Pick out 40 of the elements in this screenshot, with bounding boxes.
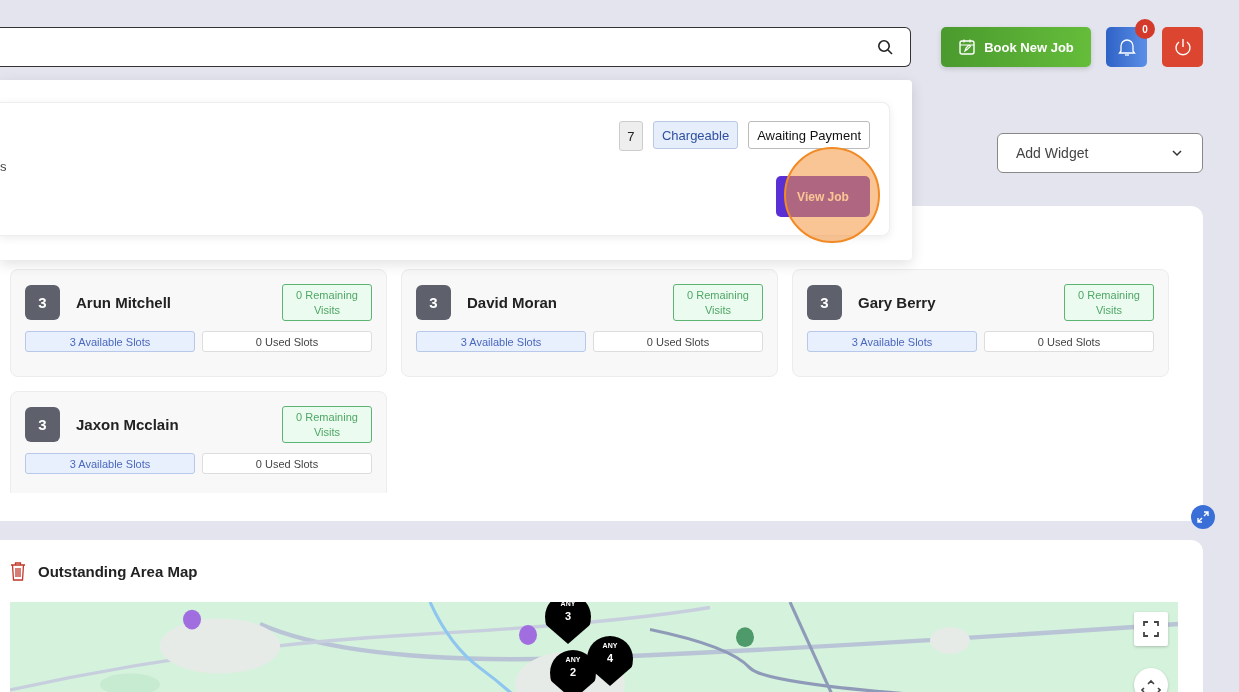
fullscreen-icon [1142, 620, 1160, 638]
remaining-visits-badge: 0 Remaining Visits [673, 284, 763, 321]
trash-icon[interactable] [10, 561, 26, 581]
job-type-tag: Chargeable [652, 121, 739, 149]
widget-title: Outstanding Area Map [38, 562, 198, 580]
calendar-edit-icon [958, 38, 977, 56]
bell-icon [1117, 37, 1136, 57]
fullscreen-button[interactable] [1134, 612, 1168, 646]
job-description: s [0, 159, 7, 174]
notification-count: 0 [1135, 19, 1155, 39]
notifications-button[interactable] [1106, 27, 1147, 67]
job-count-badge: 7 [618, 121, 643, 151]
search-field[interactable] [0, 27, 911, 67]
expand-arrows-icon [1197, 511, 1209, 523]
available-slots-badge: 3 Available Slots [416, 331, 586, 352]
power-icon [1172, 37, 1193, 57]
technician-name: David Moran [467, 294, 558, 311]
technician-name: Jaxon Mcclain [76, 416, 180, 433]
search-icon [877, 39, 893, 55]
remaining-visits-badge: 0 Remaining Visits [282, 406, 372, 443]
slot-count: 3 [807, 285, 842, 320]
slot-count: 3 [25, 407, 60, 442]
logout-button[interactable] [1162, 27, 1203, 67]
used-slots-badge: 0 Used Slots [984, 331, 1154, 352]
remaining-visits-badge: 0 Remaining Visits [1064, 284, 1154, 321]
expand-button[interactable] [1191, 505, 1215, 529]
add-widget-dropdown[interactable]: Add Widget [997, 133, 1203, 173]
slot-count: 3 [416, 285, 451, 320]
used-slots-badge: 0 Used Slots [202, 453, 372, 474]
technician-name: Gary Berry [858, 294, 937, 311]
job-status-tag: Awaiting Payment [748, 121, 870, 149]
available-slots-badge: 3 Available Slots [25, 453, 195, 474]
technician-name: Arun Mitchell [76, 294, 172, 311]
available-slots-badge: 3 Available Slots [25, 331, 195, 352]
move-arrows-icon [1141, 678, 1161, 692]
available-slots-badge: 3 Available Slots [807, 331, 977, 352]
slot-count: 3 [25, 285, 60, 320]
used-slots-badge: 0 Used Slots [593, 331, 763, 352]
remaining-visits-badge: 0 Remaining Visits [282, 284, 372, 321]
used-slots-badge: 0 Used Slots [202, 331, 372, 352]
